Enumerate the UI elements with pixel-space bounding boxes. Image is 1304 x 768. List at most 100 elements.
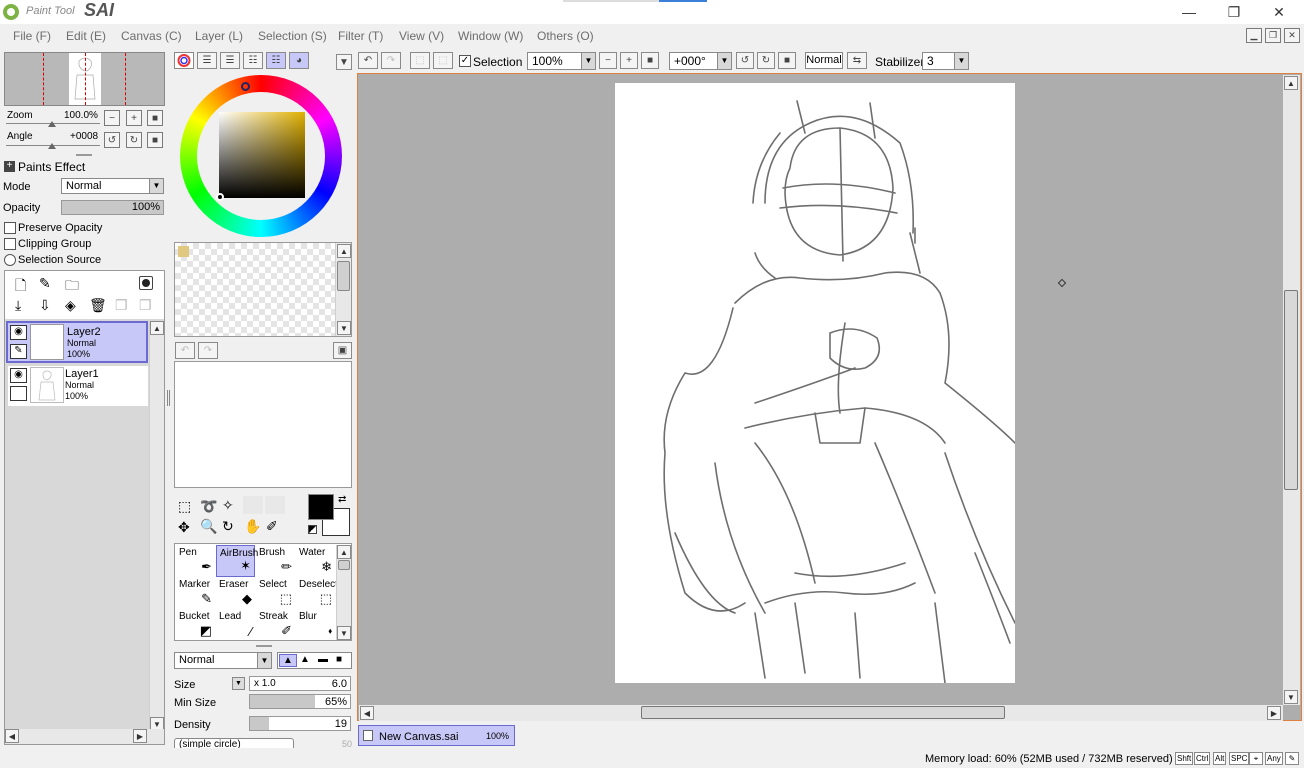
eyedropper-icon[interactable]: ✐ [266, 518, 278, 535]
brush-shape-selector[interactable]: ▲ ▲ ▬ ■ [277, 652, 352, 669]
zoom-out-icon[interactable]: − [599, 52, 617, 69]
layer-mask-icon[interactable] [139, 276, 153, 290]
new-folder-icon[interactable]: 🗀 [65, 275, 79, 299]
flat-edge-icon[interactable]: ■ [336, 654, 342, 665]
tool-airbrush[interactable]: AirBrush ✶ [216, 545, 258, 577]
scroll-left-icon[interactable]: ◀ [360, 706, 374, 720]
menu-file[interactable]: File (F) [13, 29, 51, 43]
angle-dropdown[interactable]: +000° ▼ [669, 52, 732, 70]
brush-shape-dropdown[interactable]: (simple circle) [174, 738, 294, 748]
hand-icon[interactable]: ✋ [244, 518, 261, 535]
canvas-paper[interactable] [615, 83, 1016, 684]
medium-edge-icon[interactable]: ▬ [318, 654, 328, 665]
undo-icon[interactable]: ↶ [358, 52, 378, 69]
panel-grip[interactable] [256, 645, 272, 647]
invert-selection-icon[interactable]: ⬚ [433, 52, 453, 69]
tool-pen[interactable]: Pen ✒ [176, 545, 215, 577]
swatch-tab-icon[interactable]: ☷ [243, 52, 263, 69]
panel-splitter[interactable] [167, 390, 170, 406]
scroll-thumb[interactable] [1284, 290, 1298, 490]
scroll-left-icon[interactable]: ◀ [5, 729, 19, 743]
brush-mode-dropdown[interactable]: Normal ▼ [174, 652, 272, 669]
tool-grid-scrollbar[interactable]: ▲ ▼ [336, 545, 351, 640]
selection-source-radio[interactable] [4, 254, 16, 266]
clear-scratch-icon[interactable]: ▣ [333, 342, 352, 359]
clipping-group-checkbox[interactable] [4, 238, 16, 250]
tool-eraser[interactable]: Eraser ◆ [216, 577, 255, 609]
hard-edge-icon[interactable]: ▲ [279, 654, 297, 667]
menu-edit[interactable]: Edit (E) [66, 29, 106, 43]
hsv-slider-tab-icon[interactable]: ☰ [220, 52, 240, 69]
visibility-eye-icon[interactable]: ◉ [10, 325, 27, 340]
new-vector-layer-icon[interactable]: ✎ [39, 275, 51, 292]
scroll-up-icon[interactable]: ▲ [150, 321, 164, 335]
redo-icon[interactable]: ↷ [381, 52, 401, 69]
tool-deselect[interactable]: Deselect ⬚ [296, 577, 338, 609]
deselect-icon[interactable]: ⬚ [410, 52, 430, 69]
brush-shape-row[interactable]: (simple circle) [174, 737, 294, 748]
rotate-left-button[interactable]: ↺ [104, 132, 120, 148]
menu-filter[interactable]: Filter (T) [338, 29, 383, 43]
scroll-right-icon[interactable]: ▶ [1267, 706, 1281, 720]
scratchpad-canvas[interactable] [174, 361, 352, 488]
rotate-cw-icon[interactable]: ↻ [757, 52, 775, 69]
menu-view[interactable]: View (V) [399, 29, 444, 43]
brush-lock-empty-icon[interactable] [10, 386, 27, 401]
transfer-down-icon[interactable]: ⤓ [15, 297, 21, 314]
size-slider[interactable]: x 1.0 6.0 [249, 676, 351, 691]
reset-colors-icon[interactable] [308, 525, 317, 534]
swatch-cell[interactable] [178, 246, 189, 257]
layer-row-layer1[interactable]: ◉ Layer1 Normal 100% [8, 366, 148, 406]
mdi-restore-icon[interactable]: ❐ [1265, 28, 1281, 43]
scroll-down-icon[interactable]: ▼ [337, 626, 351, 640]
density-slider[interactable]: 19 [249, 716, 351, 731]
canvas-h-scrollbar[interactable]: ◀ ▶ [359, 705, 1283, 721]
zoom-reset-icon[interactable]: ■ [641, 52, 659, 69]
saturation-value-square[interactable] [219, 112, 305, 198]
expand-plus-icon[interactable]: + [4, 161, 15, 172]
tool-water[interactable]: Water ❄ [296, 545, 335, 577]
rotate-ccw-icon[interactable]: ↺ [736, 52, 754, 69]
swatch-scrollbar[interactable]: ▲ ▼ [335, 243, 351, 336]
menu-layer[interactable]: Layer (L) [195, 29, 243, 43]
scroll-up-icon[interactable]: ▲ [1284, 76, 1298, 90]
scroll-up-icon[interactable]: ▲ [337, 244, 351, 258]
rotate-reset-icon[interactable]: ■ [778, 52, 796, 69]
brush-shape-strength[interactable]: 50 [298, 739, 352, 748]
zoom-out-button[interactable]: − [104, 110, 120, 126]
layer-h-scrollbar[interactable]: ◀ ▶ [5, 729, 164, 744]
hue-picker-handle[interactable] [241, 82, 250, 91]
angle-slider-handle[interactable] [48, 143, 56, 149]
undo-scratch-icon[interactable]: ↶ [175, 342, 195, 359]
scroll-right-icon[interactable]: ▶ [133, 729, 147, 743]
tool-streak[interactable]: Streak ✐ [256, 609, 295, 641]
tool-lead[interactable]: Lead ∕ [216, 609, 255, 641]
rotate-tool-icon[interactable]: ↻ [222, 518, 234, 535]
document-tab[interactable]: New Canvas.sai 100% [358, 725, 515, 746]
swatch-grid[interactable]: ▲ ▼ [174, 242, 352, 337]
visibility-eye-icon[interactable]: ◉ [10, 368, 27, 383]
rect-select-icon[interactable]: ⬚ [178, 498, 191, 515]
tool-blur[interactable]: Blur ⬪ [296, 609, 335, 641]
swap-colors-icon[interactable]: ⇄ [338, 494, 346, 505]
min-size-slider[interactable]: 65% [249, 694, 351, 709]
tool-bucket[interactable]: Bucket ◩ [176, 609, 215, 641]
minimize-icon[interactable]: — [1166, 0, 1212, 24]
selection-checkbox[interactable]: ✓ [459, 55, 471, 67]
color-wheel[interactable] [180, 75, 345, 237]
color-mixer-tab-icon[interactable]: ◕ [289, 52, 309, 69]
rgb-slider-tab-icon[interactable]: ☰ [197, 52, 217, 69]
merge-down-icon[interactable]: ⇩ [39, 297, 51, 314]
scroll-down-icon[interactable]: ▼ [1284, 690, 1298, 704]
view-mode-button[interactable]: Normal [805, 52, 843, 69]
layer-row-layer2[interactable]: ◉ ✎ Layer2 Normal 100% [6, 321, 148, 363]
rotate-right-button[interactable]: ↻ [126, 132, 142, 148]
stabilizer-dropdown[interactable]: 3 ▼ [922, 52, 969, 70]
menu-others[interactable]: Others (O) [537, 29, 594, 43]
scroll-thumb[interactable] [337, 261, 350, 291]
panel-grip[interactable] [76, 154, 92, 156]
lasso-icon[interactable]: ➰ [200, 498, 217, 515]
menu-canvas[interactable]: Canvas (C) [121, 29, 182, 43]
scroll-up-icon[interactable]: ▲ [337, 545, 351, 559]
zoom-dropdown[interactable]: 100% ▼ [527, 52, 596, 70]
